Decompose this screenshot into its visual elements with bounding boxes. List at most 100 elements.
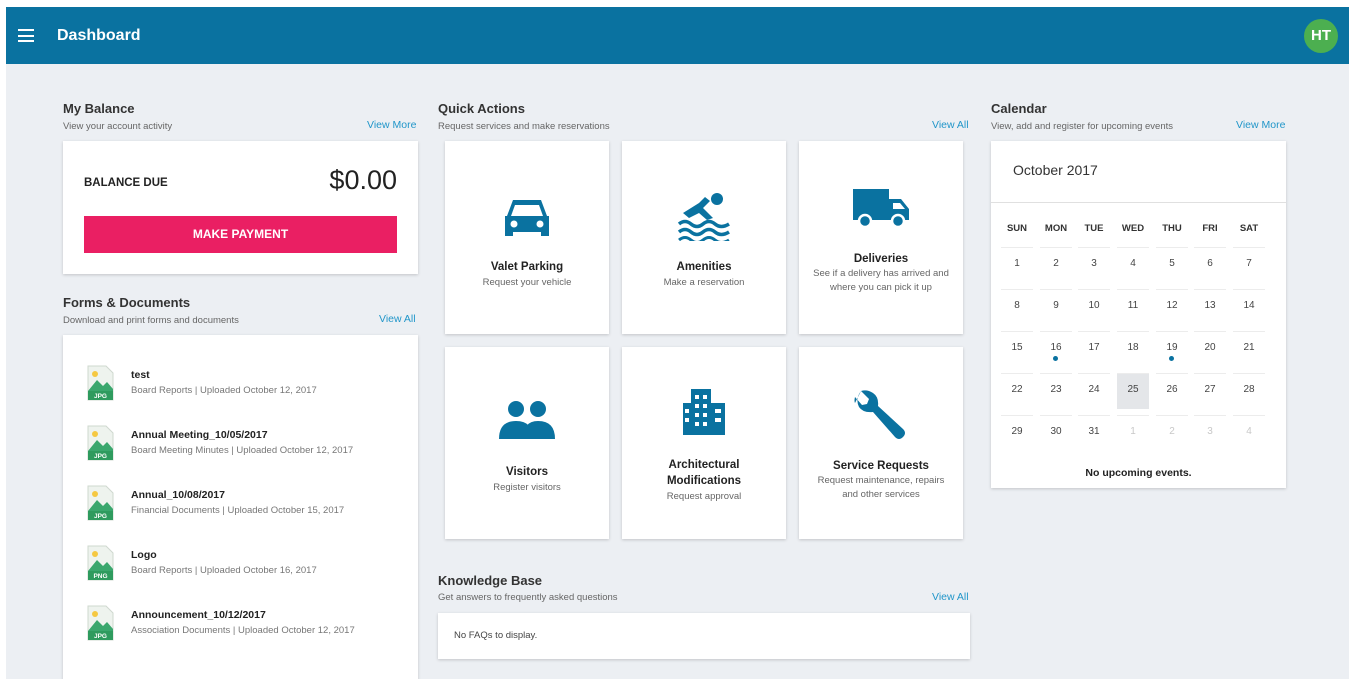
calendar-day[interactable]: 19 bbox=[1156, 331, 1188, 367]
calendar-weekday-label: MON bbox=[1044, 223, 1068, 234]
calendar-day-number: 27 bbox=[1204, 384, 1216, 395]
swimmer-icon bbox=[677, 193, 730, 241]
quick-action-valet-parking[interactable]: Valet Parking Request your vehicle bbox=[445, 141, 609, 334]
calendar-day-number: 17 bbox=[1088, 342, 1100, 353]
balance-due-label: BALANCE DUE bbox=[84, 177, 168, 189]
document-item[interactable]: JPG Annual_10/08/2017 Financial Documents … bbox=[86, 485, 396, 529]
document-item[interactable]: JPG Announcement_10/12/2017 Association Do… bbox=[86, 605, 396, 649]
quick-action-subtitle: Make a reservation bbox=[663, 277, 745, 288]
wrench-icon bbox=[854, 390, 905, 439]
calendar-day[interactable]: 11 bbox=[1117, 289, 1149, 325]
document-item[interactable]: JPG test Board Reports | Uploaded October … bbox=[86, 365, 396, 409]
calendar-day[interactable]: 16 bbox=[1040, 331, 1072, 367]
calendar-day[interactable]: 17 bbox=[1078, 331, 1110, 367]
document-meta: Financial Documents | Uploaded October 1… bbox=[131, 505, 345, 516]
calendar-day[interactable]: 24 bbox=[1078, 373, 1110, 409]
calendar-day[interactable]: 13 bbox=[1194, 289, 1226, 325]
calendar-day[interactable]: 26 bbox=[1156, 373, 1188, 409]
calendar-day[interactable]: 9 bbox=[1040, 289, 1072, 325]
calendar-day[interactable]: 23 bbox=[1040, 373, 1072, 409]
calendar-day-number: 4 bbox=[1246, 426, 1252, 437]
balance-section-subtitle: View your account activity bbox=[63, 121, 173, 132]
truck-icon bbox=[853, 189, 909, 229]
knowledge-view-all-link[interactable]: View All bbox=[932, 591, 969, 603]
quick-action-service-requests[interactable]: Service Requests Request maintenance, re… bbox=[799, 347, 963, 539]
calendar-day-number: 31 bbox=[1088, 426, 1100, 437]
quick-action-architectural-modifications[interactable]: Architectural Modifications Request appr… bbox=[622, 347, 786, 539]
balance-card: BALANCE DUE $0.00 MAKE PAYMENT bbox=[63, 141, 418, 274]
quick-actions-view-all-link[interactable]: View All bbox=[932, 119, 969, 131]
quick-action-deliveries[interactable]: Deliveries See if a delivery has arrived… bbox=[799, 141, 963, 334]
calendar-day[interactable]: 5 bbox=[1156, 247, 1188, 283]
quick-action-title: Architectural Modifications bbox=[666, 459, 742, 487]
calendar-day[interactable]: 30 bbox=[1040, 415, 1072, 451]
calendar-day[interactable]: 8 bbox=[1001, 289, 1033, 325]
calendar-day[interactable]: 2 bbox=[1156, 415, 1188, 451]
calendar-day[interactable]: 4 bbox=[1233, 415, 1265, 451]
car-icon bbox=[505, 200, 549, 236]
calendar-day[interactable]: 28 bbox=[1233, 373, 1265, 409]
calendar-day[interactable]: 14 bbox=[1233, 289, 1265, 325]
balance-amount: $0.00 bbox=[329, 165, 397, 195]
calendar-weekday-label: WED bbox=[1121, 223, 1145, 234]
image-file-icon: JPG bbox=[87, 605, 114, 641]
calendar-day[interactable]: 20 bbox=[1194, 331, 1226, 367]
calendar-day[interactable]: 18 bbox=[1117, 331, 1149, 367]
calendar-day[interactable]: 31 bbox=[1078, 415, 1110, 451]
calendar-day[interactable]: 21 bbox=[1233, 331, 1265, 367]
calendar-day[interactable]: 6 bbox=[1194, 247, 1226, 283]
balance-view-more-link[interactable]: View More bbox=[367, 119, 416, 131]
calendar-day[interactable]: 2 bbox=[1040, 247, 1072, 283]
calendar-day[interactable]: 1 bbox=[1117, 415, 1149, 451]
document-meta: Board Reports | Uploaded October 16, 201… bbox=[131, 565, 317, 576]
calendar-view-more-link[interactable]: View More bbox=[1236, 119, 1285, 131]
calendar-day-number: 6 bbox=[1207, 258, 1213, 269]
calendar-day-number: 28 bbox=[1243, 384, 1255, 395]
document-item[interactable]: PNG Logo Board Reports | Uploaded October … bbox=[86, 545, 396, 589]
calendar-day-number: 16 bbox=[1050, 342, 1062, 353]
calendar-day[interactable]: 3 bbox=[1194, 415, 1226, 451]
document-meta: Board Reports | Uploaded October 12, 201… bbox=[131, 385, 317, 396]
document-name: Annual_10/08/2017 bbox=[131, 489, 225, 501]
make-payment-button[interactable]: MAKE PAYMENT bbox=[84, 216, 397, 253]
document-item[interactable]: JPG Annual Meeting_10/05/2017 Board Meetin… bbox=[86, 425, 396, 469]
calendar-day[interactable]: 22 bbox=[1001, 373, 1033, 409]
knowledge-card: No FAQs to display. bbox=[438, 613, 970, 659]
calendar-weekday-label: SUN bbox=[1006, 223, 1028, 234]
calendar-day[interactable]: 12 bbox=[1156, 289, 1188, 325]
calendar-day[interactable]: 15 bbox=[1001, 331, 1033, 367]
calendar-day[interactable]: 1 bbox=[1001, 247, 1033, 283]
calendar-day-number: 9 bbox=[1053, 300, 1059, 311]
image-file-icon: JPG bbox=[87, 425, 114, 461]
calendar-day[interactable]: 27 bbox=[1194, 373, 1226, 409]
calendar-day[interactable]: 10 bbox=[1078, 289, 1110, 325]
no-events-message: No upcoming events. bbox=[1085, 467, 1192, 479]
image-file-icon: PNG bbox=[87, 545, 114, 581]
svg-text:JPG: JPG bbox=[94, 393, 107, 400]
calendar-weekday-label: THU bbox=[1162, 223, 1182, 234]
quick-action-visitors[interactable]: Visitors Register visitors bbox=[445, 347, 609, 539]
calendar-day[interactable]: 3 bbox=[1078, 247, 1110, 283]
document-meta: Association Documents | Uploaded October… bbox=[131, 625, 355, 636]
hamburger-menu-icon[interactable] bbox=[18, 29, 34, 42]
calendar-day[interactable]: 7 bbox=[1233, 247, 1265, 283]
calendar-day-number: 21 bbox=[1243, 342, 1255, 353]
quick-action-subtitle: Request maintenance, repairs and other s… bbox=[817, 475, 945, 500]
user-avatar[interactable]: HT bbox=[1304, 19, 1338, 53]
image-file-icon: JPG bbox=[87, 485, 114, 521]
forms-section-title: Forms & Documents bbox=[63, 295, 191, 310]
forms-view-all-link[interactable]: View All bbox=[379, 313, 416, 325]
calendar-day-number: 20 bbox=[1204, 342, 1216, 353]
quick-action-title: Visitors bbox=[506, 466, 548, 478]
calendar-weekday-label: FRI bbox=[1202, 223, 1218, 234]
calendar-weekday-label: TUE bbox=[1084, 223, 1104, 234]
no-faqs-message: No FAQs to display. bbox=[454, 630, 538, 641]
calendar-day[interactable]: 4 bbox=[1117, 247, 1149, 283]
calendar-section-title: Calendar bbox=[991, 101, 1047, 116]
quick-action-amenities[interactable]: Amenities Make a reservation bbox=[622, 141, 786, 334]
top-app-bar: Dashboard HT bbox=[6, 7, 1349, 64]
calendar-day[interactable]: 29 bbox=[1001, 415, 1033, 451]
quick-actions-section-subtitle: Request services and make reservations bbox=[438, 121, 610, 132]
svg-text:JPG: JPG bbox=[94, 633, 107, 640]
calendar-day[interactable]: 25 bbox=[1117, 373, 1149, 409]
